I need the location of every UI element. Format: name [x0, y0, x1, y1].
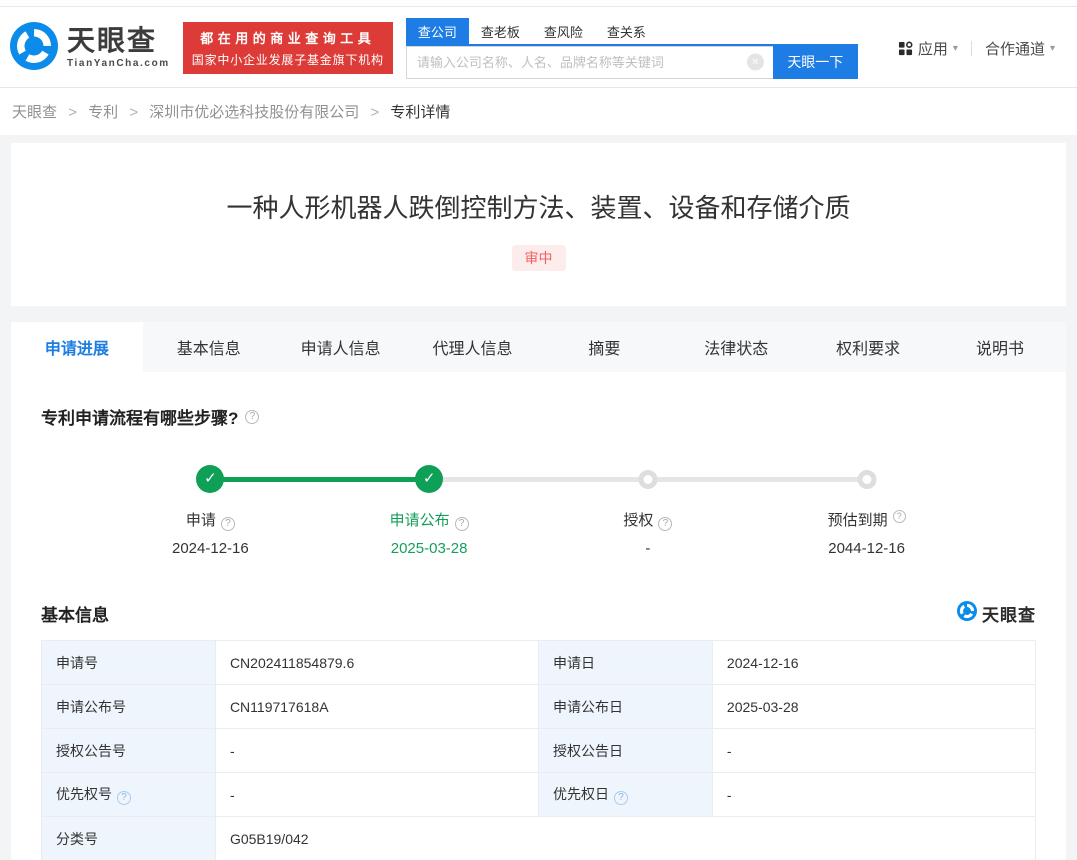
tab-agent-info[interactable]: 代理人信息: [407, 322, 539, 372]
site-header: 天眼查 TianYanCha.com 都在用的商业查询工具 国家中小企业发展子基…: [0, 7, 1077, 88]
field-label: 分类号: [42, 817, 216, 860]
chevron-down-icon: ▾: [953, 43, 958, 54]
timeline-connector: [648, 477, 867, 482]
field-label: 申请公布号: [42, 685, 216, 729]
help-icon[interactable]: ?: [245, 410, 259, 424]
breadcrumb: 天眼查 > 专利 > 深圳市优必选科技股份有限公司 > 专利详情: [0, 88, 1077, 135]
step-date-apply: 2024-12-16: [101, 540, 320, 557]
tianyancha-logo-icon: [10, 22, 58, 75]
help-icon[interactable]: ?: [658, 517, 672, 531]
breadcrumb-patent[interactable]: 专利: [88, 104, 118, 121]
search-tab-boss[interactable]: 查老板: [469, 18, 532, 44]
tianyancha-watermark-text: 天眼查: [982, 601, 1036, 626]
nav-divider: [971, 41, 972, 56]
header-right-nav: 应用 ▾ 合作通道 ▾: [898, 38, 1063, 59]
patent-title: 一种人形机器人跌倒控制方法、装置、设备和存储介质: [35, 193, 1042, 223]
field-label: 申请号: [42, 641, 216, 685]
step-pending-icon: [638, 470, 657, 489]
detail-tabbar: 申请进展 基本信息 申请人信息 代理人信息 摘要 法律状态 权利要求 说明书: [11, 322, 1066, 372]
help-icon[interactable]: ?: [221, 517, 235, 531]
progress-section-title: 专利申请流程有哪些步骤? ?: [41, 404, 1036, 429]
field-label: 优先权号?: [42, 773, 216, 817]
step-label-publication: 申请公布?: [320, 509, 539, 531]
step-done-icon: ✓: [196, 465, 224, 493]
table-row: 优先权号? - 优先权日? -: [42, 773, 1036, 817]
clear-search-icon[interactable]: ×: [747, 54, 764, 71]
search-tab-risk[interactable]: 查风险: [532, 18, 595, 44]
tab-basic-info[interactable]: 基本信息: [143, 322, 275, 372]
step-date-estimated-expiry: 2044-12-16: [757, 540, 976, 557]
promo-banner-line1: 都在用的商业查询工具: [192, 28, 384, 47]
search-tab-relation[interactable]: 查关系: [595, 18, 658, 44]
tab-claims[interactable]: 权利要求: [802, 322, 934, 372]
field-label: 优先权日?: [538, 773, 712, 817]
partner-channel-label: 合作通道: [985, 38, 1045, 59]
tianyancha-watermark-icon: [957, 601, 977, 626]
field-label: 授权公告日: [538, 729, 712, 773]
promo-banner-line2: 国家中小企业发展子基金旗下机构: [192, 51, 384, 68]
patent-detail-card: 申请进展 基本信息 申请人信息 代理人信息 摘要 法律状态 权利要求 说明书 专…: [11, 322, 1066, 860]
help-icon[interactable]: ?: [614, 791, 628, 805]
apps-menu[interactable]: 应用 ▾: [898, 38, 958, 59]
apps-menu-label: 应用: [918, 38, 948, 59]
field-label: 申请日: [538, 641, 712, 685]
field-value: CN202411854879.6: [215, 641, 538, 685]
field-value: G05B19/042: [215, 817, 1035, 860]
table-row: 分类号 G05B19/042: [42, 817, 1036, 860]
partner-channel-menu[interactable]: 合作通道 ▾: [985, 38, 1055, 59]
table-row: 申请号 CN202411854879.6 申请日 2024-12-16: [42, 641, 1036, 685]
timeline-connector: [429, 477, 648, 482]
field-label: 申请公布日: [538, 685, 712, 729]
tianyancha-watermark: 天眼查: [957, 601, 1036, 626]
step-label-apply: 申请?: [101, 509, 320, 531]
field-value: CN119717618A: [215, 685, 538, 729]
breadcrumb-home[interactable]: 天眼查: [12, 104, 57, 121]
patent-title-card: 一种人形机器人跌倒控制方法、装置、设备和存储介质 审中: [11, 143, 1066, 306]
field-value: 2024-12-16: [712, 641, 1035, 685]
logo-domain-text: TianYanCha.com: [67, 59, 170, 69]
step-label-grant: 授权?: [539, 509, 758, 531]
page-top-divider: [0, 0, 1077, 7]
search-button[interactable]: 天眼一下: [773, 46, 858, 79]
progress-timeline: ✓ ✓ 申请? 申请公布? 授权? 预估到期?: [101, 465, 976, 557]
field-value: -: [712, 773, 1035, 817]
step-done-icon: ✓: [415, 465, 443, 493]
search-input[interactable]: [406, 46, 773, 79]
step-date-publication: 2025-03-28: [320, 540, 539, 557]
tab-description[interactable]: 说明书: [934, 322, 1066, 372]
field-value: -: [215, 729, 538, 773]
search-tab-company[interactable]: 查公司: [406, 18, 469, 44]
field-value: 2025-03-28: [712, 685, 1035, 729]
timeline-connector-done: [210, 477, 429, 482]
step-date-grant: -: [539, 540, 758, 557]
tab-application-progress[interactable]: 申请进展: [11, 322, 143, 372]
table-row: 授权公告号 - 授权公告日 -: [42, 729, 1036, 773]
step-label-estimated-expiry: 预估到期?: [757, 509, 976, 531]
tab-legal-status[interactable]: 法律状态: [670, 322, 802, 372]
page-body: 一种人形机器人跌倒控制方法、装置、设备和存储介质 审中 申请进展 基本信息 申请…: [0, 135, 1077, 860]
breadcrumb-current: 专利详情: [390, 104, 450, 121]
help-icon[interactable]: ?: [455, 517, 469, 531]
field-value: -: [712, 729, 1035, 773]
step-pending-icon: [857, 470, 876, 489]
field-label: 授权公告号: [42, 729, 216, 773]
tab-abstract[interactable]: 摘要: [539, 322, 671, 372]
help-icon[interactable]: ?: [893, 510, 906, 523]
table-row: 申请公布号 CN119717618A 申请公布日 2025-03-28: [42, 685, 1036, 729]
breadcrumb-company[interactable]: 深圳市优必选科技股份有限公司: [149, 104, 359, 121]
status-badge: 审中: [512, 245, 566, 271]
tab-applicant-info[interactable]: 申请人信息: [275, 322, 407, 372]
help-icon[interactable]: ?: [117, 791, 131, 805]
search-area: 查公司 查老板 查风险 查关系 × 天眼一下: [406, 18, 858, 79]
logo-brand-text: 天眼查: [67, 27, 170, 55]
field-value: -: [215, 773, 538, 817]
tianyancha-logo[interactable]: 天眼查 TianYanCha.com: [10, 22, 170, 75]
basic-info-table: 申请号 CN202411854879.6 申请日 2024-12-16 申请公布…: [41, 640, 1036, 860]
basic-info-section-title: 基本信息: [41, 601, 109, 626]
chevron-down-icon: ▾: [1050, 43, 1055, 54]
search-tabs: 查公司 查老板 查风险 查关系: [406, 18, 858, 46]
apps-grid-icon: [898, 41, 913, 56]
promo-banner: 都在用的商业查询工具 国家中小企业发展子基金旗下机构: [183, 22, 393, 74]
